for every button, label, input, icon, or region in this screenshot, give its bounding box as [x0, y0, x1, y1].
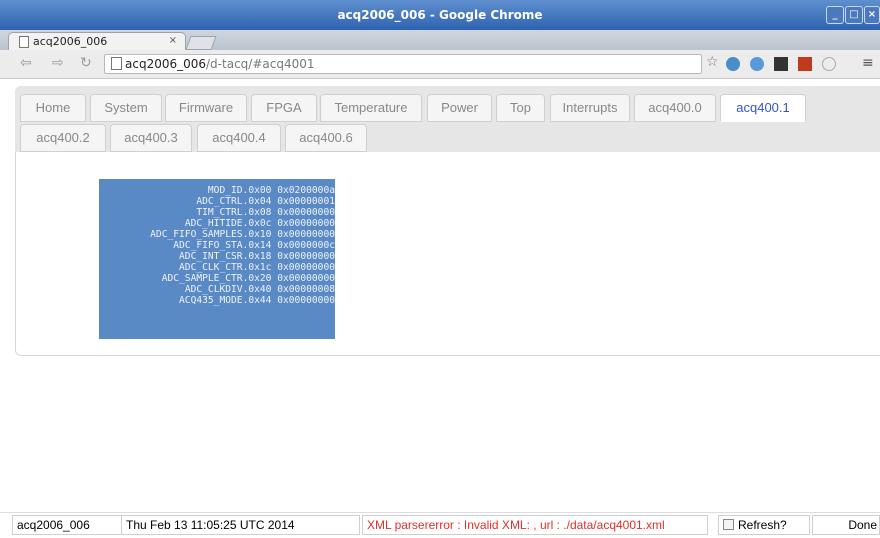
- extension-chat-icon[interactable]: [750, 57, 764, 71]
- tab-acq400-4[interactable]: acq400.4: [197, 124, 281, 152]
- browser-tabstrip: acq2006_006 ×: [0, 30, 880, 51]
- tab-acq400-2[interactable]: acq400.2: [20, 124, 106, 152]
- extension-red-icon[interactable]: [798, 57, 812, 71]
- refresh-label: Refresh?: [738, 518, 787, 532]
- new-tab-button[interactable]: [185, 36, 217, 50]
- tab-top[interactable]: Top: [496, 94, 545, 122]
- tab-firmware[interactable]: Firmware: [165, 94, 247, 122]
- extension-calculator-icon[interactable]: [774, 57, 788, 71]
- extension-globe-icon[interactable]: [726, 57, 740, 71]
- status-done: Done: [812, 515, 880, 535]
- browser-tab-label: acq2006_006: [33, 35, 108, 48]
- tab-fpga[interactable]: FPGA: [251, 94, 317, 122]
- forward-icon[interactable]: ⇨: [52, 55, 64, 71]
- url-text: acq2006_006/d-tacq/#acq4001: [125, 57, 314, 71]
- close-window-icon[interactable]: ×: [864, 6, 880, 24]
- browser-tab[interactable]: acq2006_006 ×: [8, 32, 186, 51]
- status-host: acq2006_006: [12, 515, 122, 535]
- tab-home[interactable]: Home: [20, 94, 86, 122]
- url-path: /d-tacq/#acq4001: [206, 57, 315, 71]
- window-titlebar: acq2006_006 - Google Chrome _ □ ×: [0, 0, 880, 30]
- status-bar: acq2006_006 Thu Feb 13 11:05:25 UTC 2014…: [0, 512, 880, 537]
- tab-system[interactable]: System: [90, 94, 162, 122]
- reload-icon[interactable]: ↻: [80, 55, 92, 71]
- register-panel: MOD_ID.0x00 0x0200000a ADC_CTRL.0x04 0x0…: [99, 179, 335, 339]
- register-row: ACQ435_MODE.0x44 0x00000000: [99, 295, 335, 307]
- tab-acq400-3[interactable]: acq400.3: [110, 124, 192, 152]
- tab-temperature[interactable]: Temperature: [320, 94, 422, 122]
- back-icon[interactable]: ⇦: [20, 55, 32, 71]
- page-icon: [111, 57, 122, 70]
- url-host: acq2006_006: [125, 57, 207, 71]
- address-bar[interactable]: acq2006_006/d-tacq/#acq4001: [104, 54, 702, 74]
- refresh-toggle[interactable]: Refresh?: [718, 515, 810, 535]
- document-icon: [19, 36, 29, 48]
- tab-acq400-6[interactable]: acq400.6: [285, 124, 367, 152]
- browser-toolbar: ⇦ ⇨ ↻ acq2006_006/d-tacq/#acq4001 ☆ ≡: [0, 50, 880, 79]
- window-title: acq2006_006 - Google Chrome: [337, 8, 543, 22]
- status-datetime: Thu Feb 13 11:05:25 UTC 2014: [121, 515, 360, 535]
- tab-interrupts[interactable]: Interrupts: [550, 94, 630, 122]
- register-text: ACQ435_MODE.0x44 0x00000000: [179, 295, 335, 306]
- maximize-icon[interactable]: □: [845, 6, 863, 24]
- tab-power[interactable]: Power: [427, 94, 492, 122]
- status-error: XML parsererror : Invalid XML: , url : .…: [362, 515, 708, 535]
- minimize-icon[interactable]: _: [826, 6, 844, 24]
- extension-clock-icon[interactable]: [822, 57, 836, 71]
- tab-close-icon[interactable]: ×: [169, 35, 177, 46]
- tab-acq400-1[interactable]: acq400.1: [720, 94, 806, 122]
- refresh-checkbox[interactable]: [723, 519, 734, 530]
- star-icon[interactable]: ☆: [706, 54, 720, 70]
- menu-icon[interactable]: ≡: [862, 55, 874, 71]
- tab-acq400-0[interactable]: acq400.0: [634, 94, 716, 122]
